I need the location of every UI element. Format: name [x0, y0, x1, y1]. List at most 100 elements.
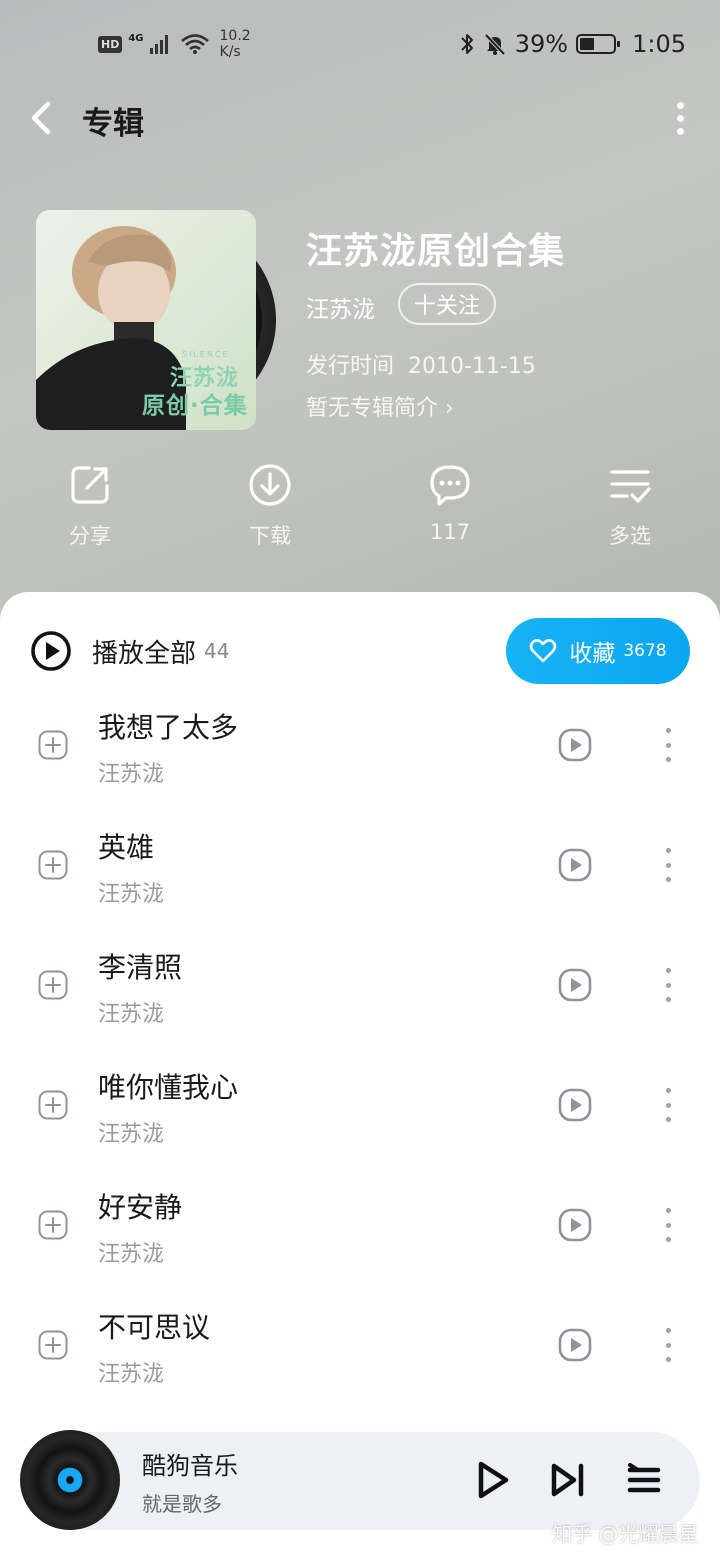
comment-icon: [430, 465, 470, 506]
song-title: 英雄: [98, 831, 155, 864]
song-row[interactable]: 不可思议 汪苏泷: [0, 1302, 720, 1422]
speed-unit: K/s: [219, 44, 241, 60]
more-dot-icon: [665, 1208, 671, 1213]
more-dot-icon: [665, 1328, 671, 1333]
mv-play-icon[interactable]: [558, 1088, 592, 1122]
mv-play-icon[interactable]: [558, 1328, 592, 1362]
battery-icon: [576, 34, 621, 54]
song-row[interactable]: 李清照 汪苏泷: [0, 942, 720, 1062]
add-to-playlist-icon[interactable]: [38, 730, 68, 760]
signal-icon: [149, 34, 168, 54]
network-speed: 10.2 K/s: [220, 28, 251, 60]
more-dot-icon: [665, 968, 671, 973]
song-artist: 汪苏泷: [98, 1362, 165, 1387]
more-dot-icon: [665, 1222, 671, 1228]
album-title: 汪苏泷原创合集: [306, 231, 566, 272]
more-dot-icon: [665, 877, 671, 882]
bluetooth-icon: [461, 34, 473, 54]
add-to-playlist-icon[interactable]: [38, 1210, 68, 1240]
action-row: 分享 下载 117 多选: [0, 462, 720, 562]
cover-title-text: 原创·合集: [142, 393, 248, 419]
album-artist[interactable]: 汪苏泷: [306, 290, 375, 324]
heart-icon: [530, 639, 557, 663]
collect-button[interactable]: 收藏 3678: [506, 618, 690, 684]
mv-play-icon[interactable]: [558, 968, 592, 1002]
song-row[interactable]: 唯你懂我心 汪苏泷: [0, 1062, 720, 1182]
play-all-label: 播放全部: [92, 638, 197, 669]
song-artist: 汪苏泷: [98, 1242, 165, 1267]
multiselect-button[interactable]: 多选: [570, 462, 690, 562]
more-dot-icon: [665, 982, 671, 988]
song-row[interactable]: 我想了太多 汪苏泷: [0, 702, 720, 822]
song-more-button[interactable]: [660, 1208, 676, 1242]
song-artist: 汪苏泷: [98, 1122, 165, 1147]
more-dot-icon: [665, 1342, 671, 1348]
download-button[interactable]: 下载: [210, 462, 330, 562]
song-artist: 汪苏泷: [98, 882, 165, 907]
song-more-button[interactable]: [660, 1088, 676, 1122]
song-artist: 汪苏泷: [98, 762, 165, 787]
mute-bell-icon: [484, 33, 506, 56]
more-dot-icon: [676, 101, 684, 109]
song-title: 不可思议: [98, 1311, 211, 1344]
mini-playlist-button[interactable]: [624, 1458, 664, 1502]
share-button[interactable]: 分享: [30, 462, 150, 562]
song-title: 我想了太多: [98, 711, 239, 744]
page-title: 专辑: [82, 106, 144, 142]
multiselect-icon: [610, 470, 651, 503]
more-dot-icon: [665, 1117, 671, 1122]
download-icon: [249, 464, 291, 506]
mini-next-button[interactable]: [548, 1458, 588, 1502]
mini-play-button[interactable]: [472, 1458, 512, 1502]
more-dot-icon: [676, 114, 684, 122]
speed-value: 10.2: [219, 28, 251, 44]
mini-player-disc[interactable]: [20, 1430, 120, 1530]
play-all-button[interactable]: 播放全部 44: [30, 630, 229, 672]
comment-button[interactable]: 117: [390, 462, 510, 562]
next-track-icon: [551, 1463, 584, 1497]
song-row[interactable]: 好安静 汪苏泷: [0, 1182, 720, 1302]
more-dot-icon: [665, 997, 671, 1002]
song-row[interactable]: 英雄 汪苏泷: [0, 822, 720, 942]
mv-play-icon[interactable]: [558, 728, 592, 762]
mini-player-title: 酷狗音乐: [142, 1452, 238, 1480]
add-to-playlist-icon[interactable]: [38, 970, 68, 1000]
battery-level: [580, 38, 595, 50]
album-cover[interactable]: SILENCE 汪苏泷 原创·合集: [36, 210, 256, 430]
release-date: 2010-11-15: [408, 354, 536, 379]
song-more-button[interactable]: [660, 968, 676, 1002]
mv-play-icon[interactable]: [558, 1208, 592, 1242]
status-left: HD 4G 10.2 K/s: [98, 28, 251, 60]
hd-badge: HD: [98, 35, 123, 53]
release-label: 发行时间: [306, 354, 395, 379]
mv-play-icon[interactable]: [558, 848, 592, 882]
network-type: 4G: [128, 32, 144, 44]
follow-button[interactable]: 十关注: [398, 283, 496, 325]
add-to-playlist-icon[interactable]: [38, 1090, 68, 1120]
song-title: 好安静: [98, 1191, 183, 1224]
status-right: 39% 1:05: [459, 30, 686, 58]
mini-player[interactable]: [38, 1432, 700, 1530]
wifi-icon: [180, 34, 209, 54]
more-dot-icon: [665, 862, 671, 868]
play-icon: [478, 1461, 509, 1499]
song-more-button[interactable]: [660, 1328, 676, 1362]
more-dot-icon: [665, 1088, 671, 1093]
more-dot-icon: [665, 728, 671, 733]
playlist-icon: [627, 1463, 661, 1493]
more-dot-icon: [665, 1357, 671, 1362]
song-more-button[interactable]: [660, 848, 676, 882]
back-button[interactable]: [24, 96, 60, 140]
add-to-playlist-icon[interactable]: [38, 1330, 68, 1360]
song-title: 李清照: [98, 951, 183, 984]
back-arrow-icon: [31, 101, 51, 135]
more-options-button[interactable]: [664, 96, 696, 140]
collect-label: 收藏: [569, 641, 616, 667]
song-more-button[interactable]: [660, 728, 676, 762]
add-to-playlist-icon[interactable]: [38, 850, 68, 880]
album-intro-link[interactable]: 暂无专辑简介 ›: [306, 390, 454, 422]
cover-small-text: SILENCE: [182, 350, 230, 359]
battery-percent: 39%: [514, 30, 569, 58]
clock: 1:05: [632, 30, 686, 58]
more-dot-icon: [665, 848, 671, 853]
